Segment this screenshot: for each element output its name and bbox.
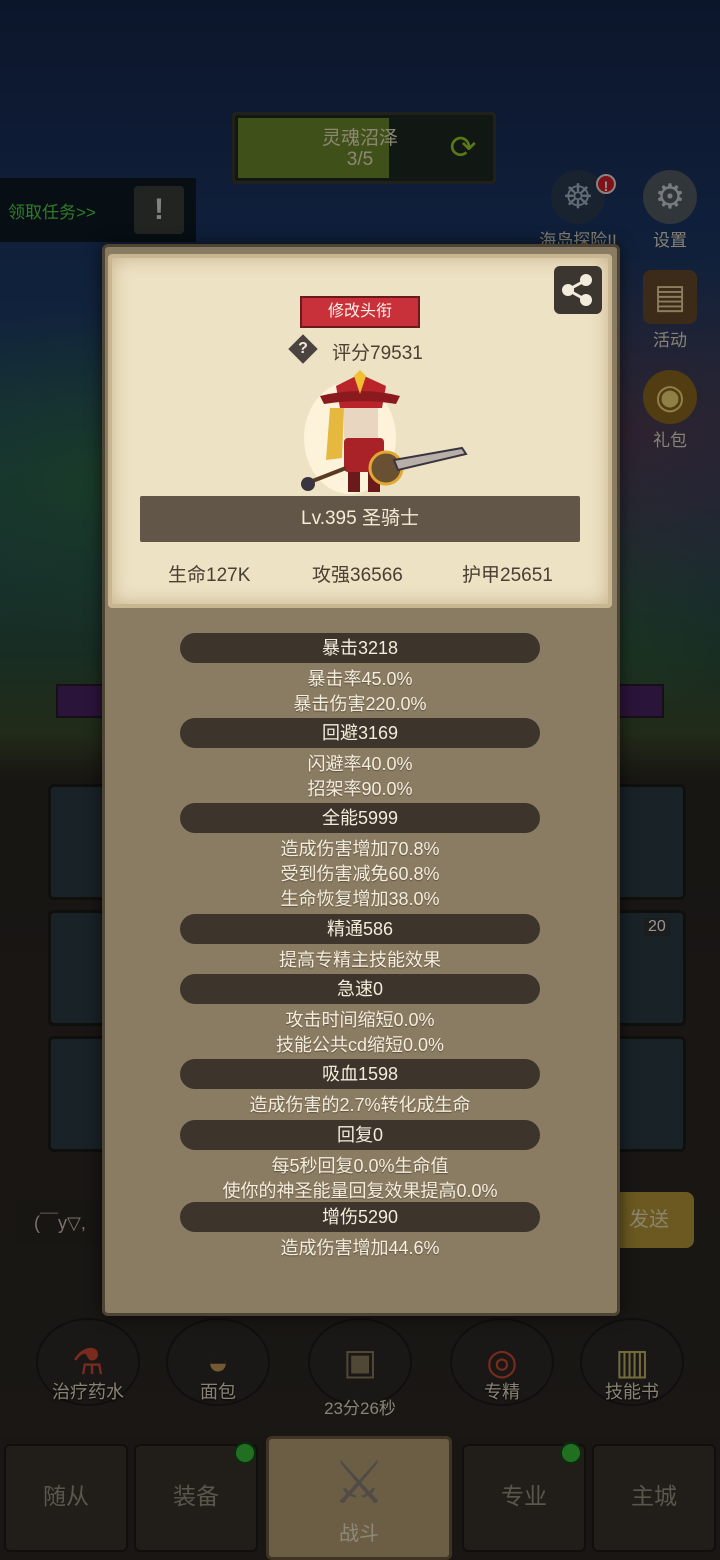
stat-line: 技能公共cd缩短0.0% (275, 1035, 445, 1055)
stat-header-crit: 暴击3218 (180, 633, 540, 663)
stat-line: 受到伤害减免60.8% (280, 864, 440, 884)
stat-line: 暴击伤害220.0% (293, 694, 427, 714)
stat-line: 造成伤害增加70.8% (280, 839, 440, 859)
stat-header-dodge: 回避3169 (180, 718, 540, 748)
help-icon[interactable]: ? (290, 336, 316, 362)
score-text: 评分79531 (332, 343, 423, 364)
stat-header-damage-bonus: 增伤5290 (180, 1202, 540, 1232)
stat-line: 造成伤害增加44.6% (280, 1238, 440, 1258)
stat-line: 暴击率45.0% (307, 669, 413, 689)
stat-header-haste: 急速0 (180, 974, 540, 1004)
stat-line: 造成伤害的2.7%转化成生命 (249, 1095, 471, 1115)
stat-header-lifesteal: 吸血1598 (180, 1059, 540, 1089)
stat-line: 招架率90.0% (307, 779, 413, 799)
share-button[interactable] (554, 266, 602, 314)
stat-line: 闪避率40.0% (307, 754, 413, 774)
stat-line: 每5秒回复0.0%生命值 (271, 1156, 449, 1176)
stat-line: 生命恢复增加38.0% (280, 889, 440, 909)
stat-line: 使你的神圣能量回复效果提高0.0% (222, 1181, 498, 1201)
stat-line: 攻击时间缩短0.0% (285, 1010, 435, 1030)
stat-header-regen: 回复0 (180, 1120, 540, 1150)
stat-header-versatility: 全能5999 (180, 803, 540, 833)
character-name-plate: Lv.395 圣骑士 (140, 496, 580, 542)
paladin-avatar (301, 370, 468, 494)
share-icon (562, 274, 592, 306)
hp-stat: 生命127K (168, 565, 251, 586)
stat-header-mastery: 精通586 (180, 914, 540, 944)
edit-title-button[interactable]: 修改头衔 (300, 296, 420, 328)
stat-line: 提高专精主技能效果 (279, 950, 441, 970)
armor-stat: 护甲25651 (462, 565, 553, 586)
attack-stat: 攻强36566 (312, 565, 403, 586)
